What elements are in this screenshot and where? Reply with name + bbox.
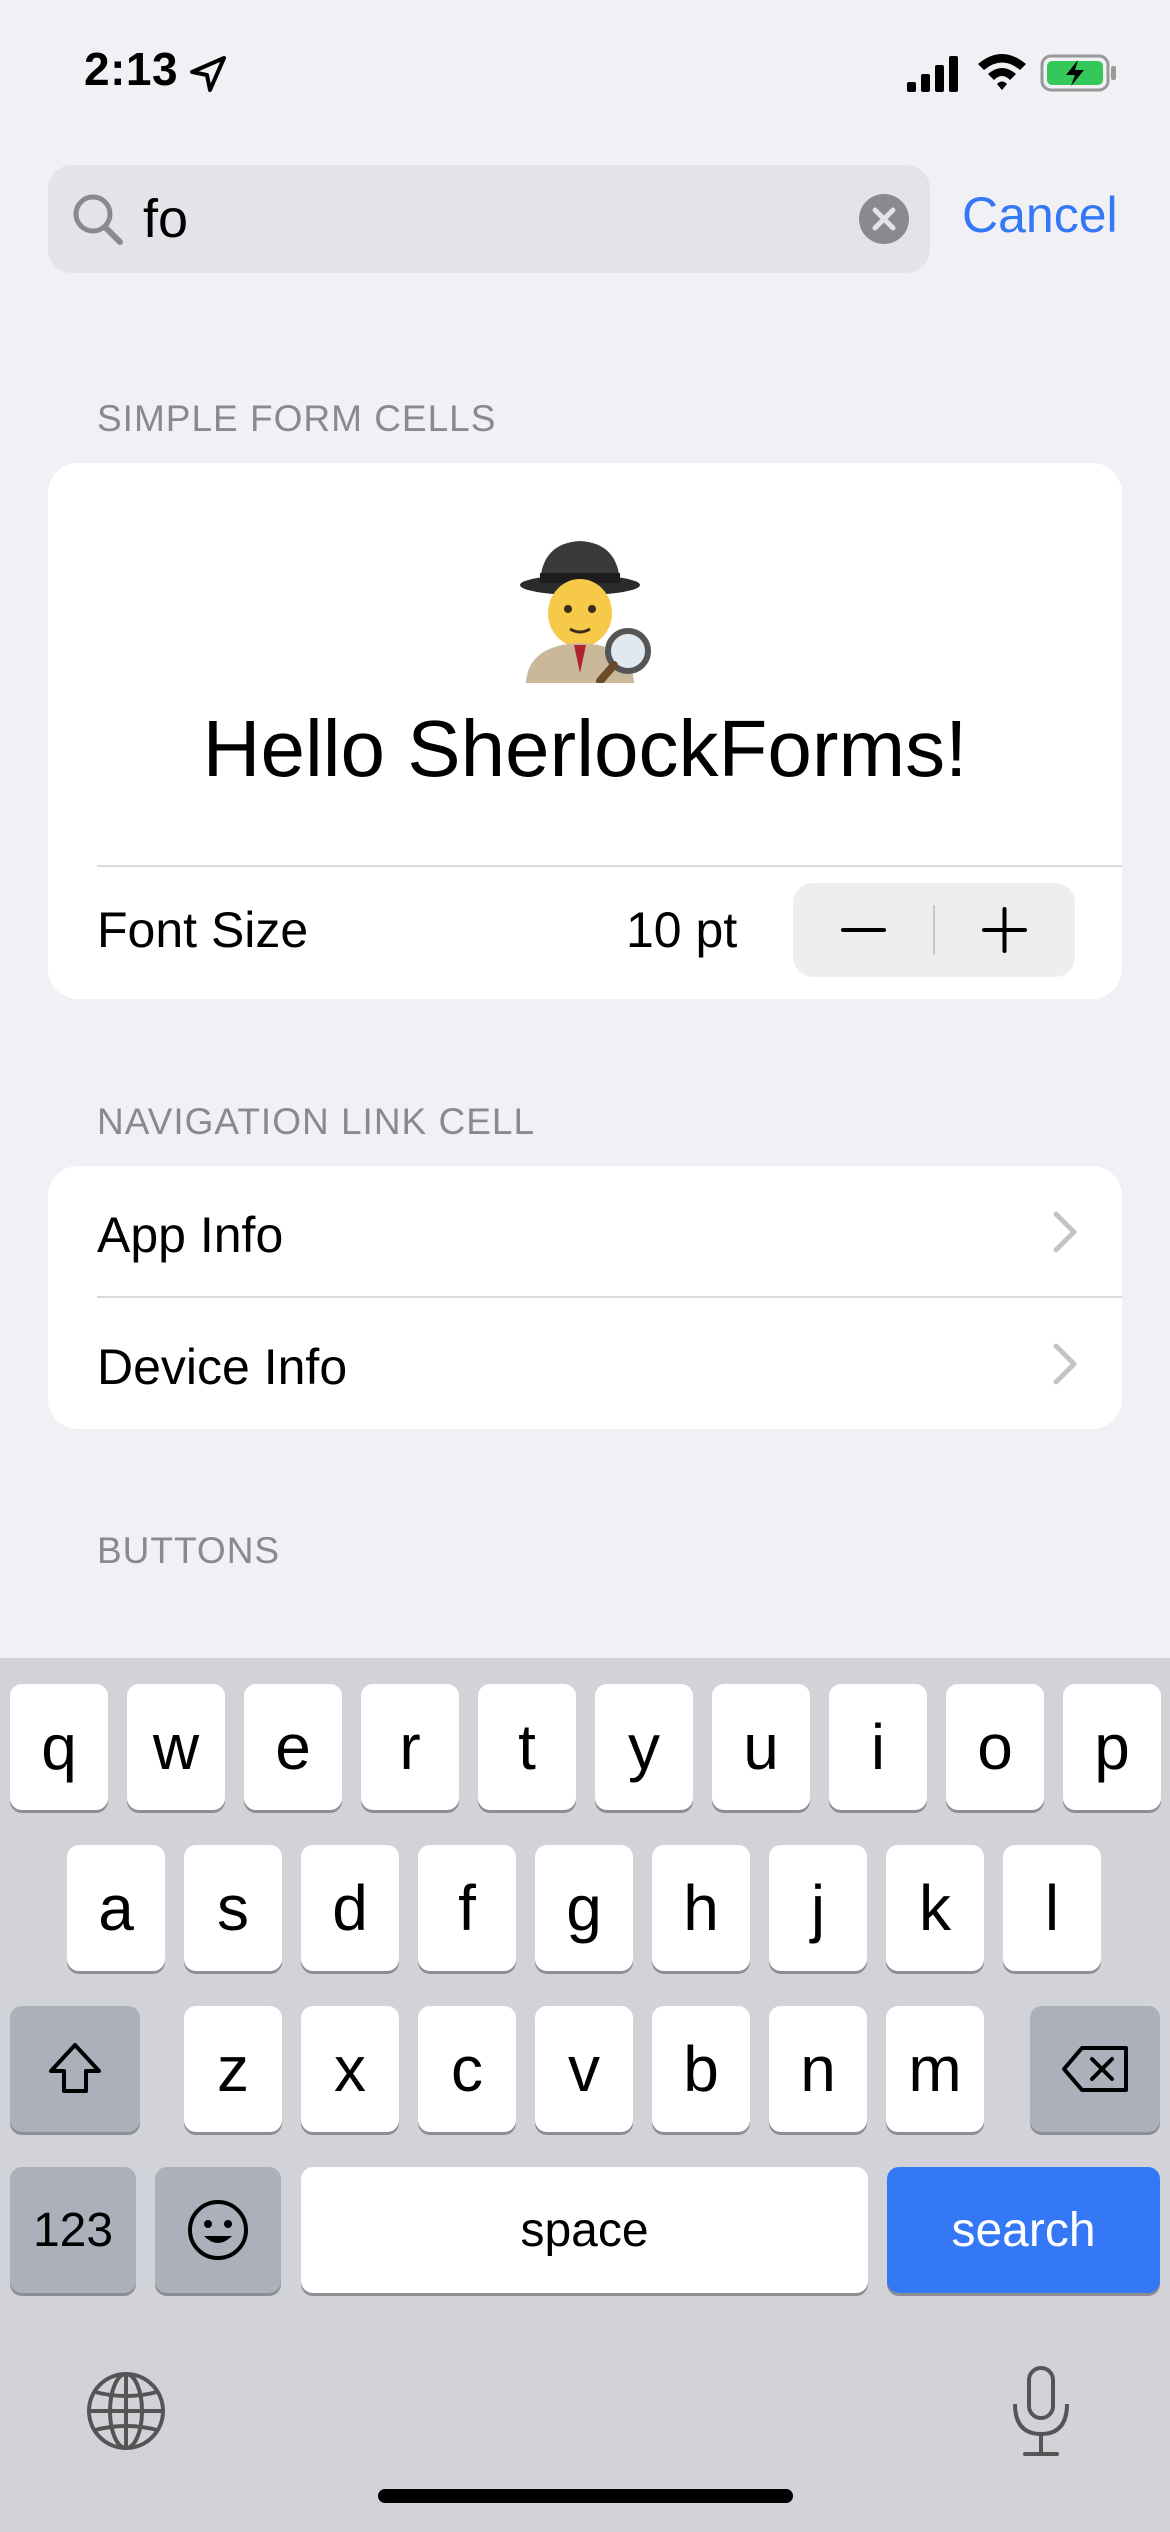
key-w[interactable]: w xyxy=(127,1684,225,1810)
key-o[interactable]: o xyxy=(946,1684,1044,1810)
navigation-card: App Info Device Info xyxy=(48,1166,1122,1429)
shift-icon xyxy=(49,2043,101,2093)
font-size-stepper xyxy=(793,883,1075,977)
key-k[interactable]: k xyxy=(886,1845,984,1971)
search-icon xyxy=(73,194,123,245)
chevron-right-icon xyxy=(1053,1211,1077,1253)
clear-text-icon[interactable] xyxy=(858,193,910,245)
key-l[interactable]: l xyxy=(1003,1845,1101,1971)
key-a[interactable]: a xyxy=(67,1845,165,1971)
plus-icon xyxy=(982,907,1027,953)
backspace-icon xyxy=(1062,2046,1128,2092)
wifi-icon xyxy=(978,54,1026,90)
keyboard: q w e r t y u i o p a s d f g h j k l z … xyxy=(0,1658,1170,2532)
search-query-text: fo xyxy=(143,189,189,249)
microphone-icon[interactable] xyxy=(1005,2364,1077,2460)
key-m[interactable]: m xyxy=(886,2006,984,2132)
key-q[interactable]: q xyxy=(10,1684,108,1810)
key-g[interactable]: g xyxy=(535,1845,633,1971)
section-header-buttons: BUTTONS xyxy=(97,1530,281,1571)
font-size-label: Font Size xyxy=(97,902,309,958)
simple-form-card: Hello SherlockForms! Font Size 10 pt xyxy=(48,463,1122,999)
key-e[interactable]: e xyxy=(244,1684,342,1810)
key-i[interactable]: i xyxy=(829,1684,927,1810)
nav-row-app-info[interactable]: App Info xyxy=(48,1166,1122,1296)
key-y[interactable]: y xyxy=(595,1684,693,1810)
status-bar: 2:13 xyxy=(0,0,1170,150)
search-return-key[interactable]: search xyxy=(887,2167,1160,2293)
nav-row-device-info[interactable]: Device Info xyxy=(48,1298,1122,1429)
space-key[interactable]: space xyxy=(301,2167,868,2293)
numbers-key[interactable]: 123 xyxy=(10,2167,136,2293)
chevron-right-icon xyxy=(1053,1343,1077,1385)
key-t[interactable]: t xyxy=(478,1684,576,1810)
nav-row-label: Device Info xyxy=(97,1339,348,1395)
key-r[interactable]: r xyxy=(361,1684,459,1810)
cellular-signal-icon xyxy=(907,56,958,92)
emoji-icon xyxy=(188,2200,248,2260)
battery-charging-icon xyxy=(1040,54,1116,92)
key-v[interactable]: v xyxy=(535,2006,633,2132)
minus-icon xyxy=(841,928,886,932)
key-u[interactable]: u xyxy=(712,1684,810,1810)
location-arrow-icon xyxy=(190,56,226,92)
nav-row-label: App Info xyxy=(97,1207,284,1263)
key-j[interactable]: j xyxy=(769,1845,867,1971)
status-time: 2:13 xyxy=(84,43,179,95)
search-input[interactable]: fo xyxy=(48,165,930,273)
key-z[interactable]: z xyxy=(184,2006,282,2132)
hello-title: Hello SherlockForms! xyxy=(202,704,968,793)
key-f[interactable]: f xyxy=(418,1845,516,1971)
key-b[interactable]: b xyxy=(652,2006,750,2132)
detective-emoji-icon xyxy=(520,541,651,683)
divider xyxy=(97,865,1122,867)
key-p[interactable]: p xyxy=(1063,1684,1161,1810)
shift-key[interactable] xyxy=(10,2006,140,2132)
cancel-button[interactable]: Cancel xyxy=(962,186,1118,244)
key-c[interactable]: c xyxy=(418,2006,516,2132)
key-d[interactable]: d xyxy=(301,1845,399,1971)
emoji-key[interactable] xyxy=(155,2167,281,2293)
key-s[interactable]: s xyxy=(184,1845,282,1971)
font-size-value: 10 pt xyxy=(626,902,738,958)
key-h[interactable]: h xyxy=(652,1845,750,1971)
decrement-button[interactable] xyxy=(793,883,934,977)
home-indicator[interactable] xyxy=(378,2489,793,2503)
key-n[interactable]: n xyxy=(769,2006,867,2132)
backspace-key[interactable] xyxy=(1030,2006,1160,2132)
globe-icon[interactable] xyxy=(85,2370,167,2452)
key-x[interactable]: x xyxy=(301,2006,399,2132)
section-header-navigation: NAVIGATION LINK CELL xyxy=(97,1101,536,1142)
increment-button[interactable] xyxy=(934,883,1075,977)
section-header-simple-form: SIMPLE FORM CELLS xyxy=(97,398,497,439)
